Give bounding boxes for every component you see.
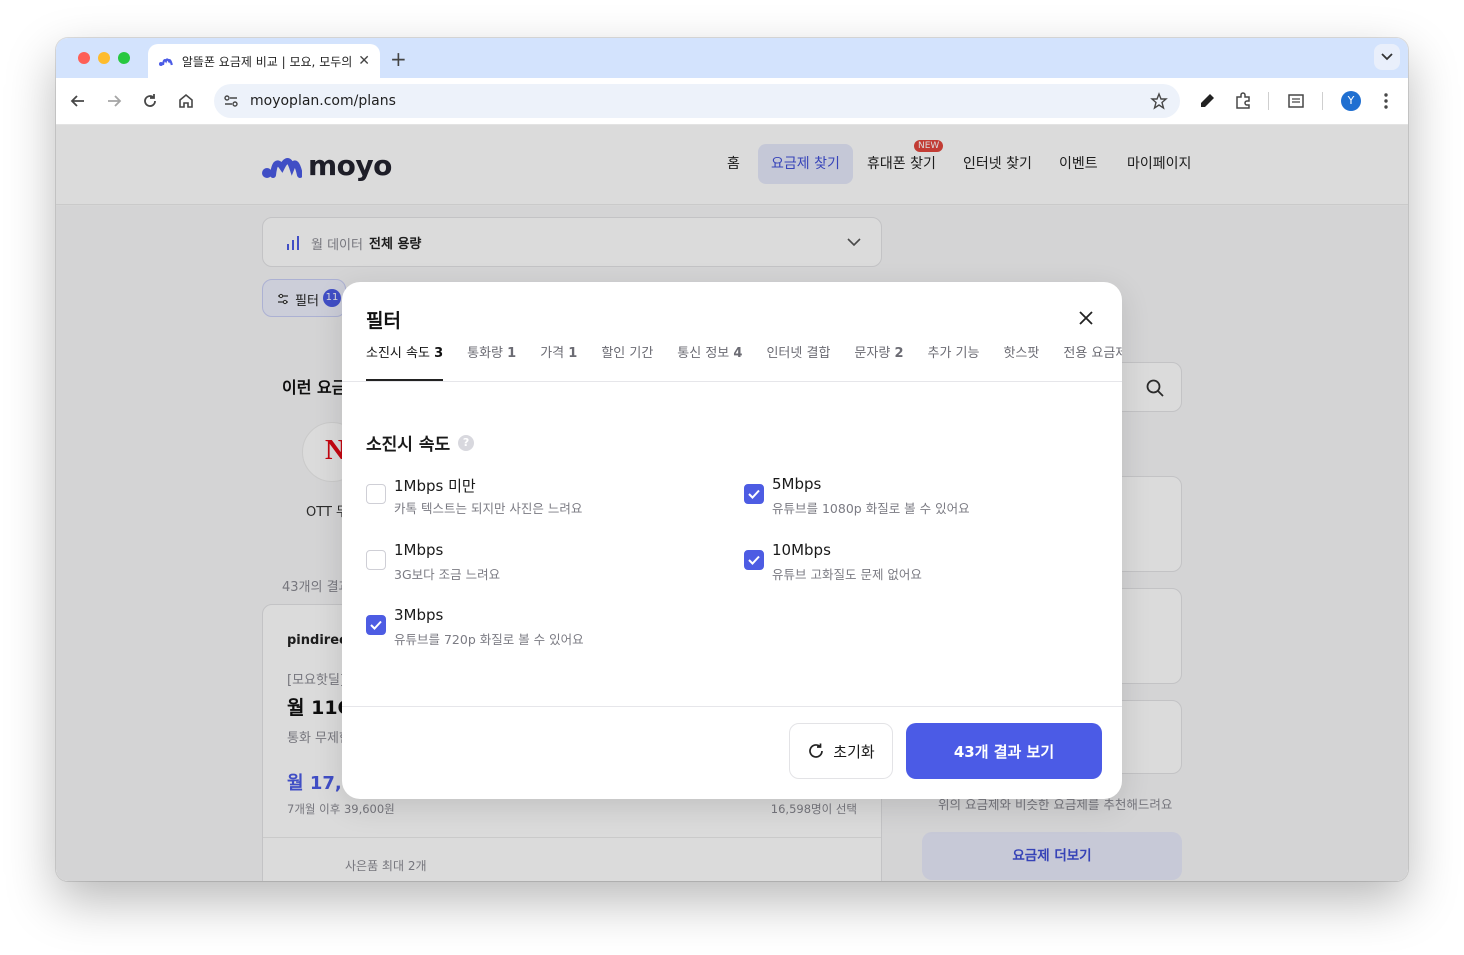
- toolbar-divider: [1322, 92, 1323, 110]
- browser-window: 알뜰폰 요금제 비교 | 모요, 모두의요금제 ✕ + moyoplan.com…: [56, 38, 1408, 881]
- option-label: 5Mbps: [772, 475, 822, 493]
- tab-hotspot[interactable]: 핫스팟: [1003, 343, 1039, 381]
- option-1mbps[interactable]: 1Mbps 3G보다 조금 느려요: [366, 541, 686, 588]
- option-description: 유튜브를 1080p 화질로 볼 수 있어요: [772, 501, 970, 516]
- filter-tabs: 소진시 속도 3 통화량 1 가격 1 할인 기간 통신 정보 4 인터넷 결합…: [366, 343, 1122, 381]
- tab-label: 인터넷 결합: [766, 346, 831, 361]
- checkbox-checked[interactable]: [744, 484, 764, 504]
- show-results-button[interactable]: 43개 결과 보기: [906, 723, 1102, 779]
- address-bar[interactable]: moyoplan.com/plans: [214, 84, 1180, 118]
- zoom-window-button[interactable]: [118, 52, 130, 64]
- modal-title: 필터: [366, 310, 401, 332]
- tab-network-info[interactable]: 통신 정보 4: [677, 343, 742, 381]
- tab-label: 통화량: [467, 346, 504, 361]
- option-3mbps[interactable]: 3Mbps 유튜브를 720p 화질로 볼 수 있어요: [366, 606, 686, 653]
- tab-count: 3: [434, 346, 444, 361]
- chevron-down-icon: [1381, 53, 1393, 61]
- tab-count: 2: [894, 346, 904, 361]
- home-icon[interactable]: [176, 91, 196, 111]
- reload-icon[interactable]: [140, 91, 160, 111]
- reading-list-icon[interactable]: [1286, 91, 1306, 111]
- tab-count: 1: [507, 346, 517, 361]
- reset-label: 초기화: [833, 742, 875, 761]
- profile-avatar[interactable]: Y: [1341, 91, 1361, 111]
- tab-label: 전용 요금제: [1063, 346, 1122, 361]
- extensions-puzzle-icon[interactable]: [1233, 91, 1253, 111]
- tab-label: 소진시 속도: [366, 346, 430, 361]
- option-description: 유튜브를 720p 화질로 볼 수 있어요: [394, 632, 584, 647]
- option-label: 1Mbps 미만: [394, 477, 476, 495]
- tabs-divider: [342, 381, 1122, 382]
- tab-label: 핫스팟: [1003, 346, 1040, 361]
- filter-modal: 필터 소진시 속도 3 통화량 1 가격 1 할인 기간 통신 정보 4 인터넷…: [342, 282, 1122, 799]
- option-description: 유튜브 고화질도 문제 없어요: [772, 567, 922, 582]
- bookmark-star-icon[interactable]: [1150, 92, 1168, 110]
- more-menu-icon[interactable]: [1376, 91, 1396, 111]
- footer-divider: [342, 706, 1122, 707]
- tab-speed-after-exhaustion[interactable]: 소진시 속도 3: [366, 343, 444, 381]
- option-label: 1Mbps: [394, 541, 444, 559]
- site-settings-icon[interactable]: [222, 92, 240, 110]
- section-title: 소진시 속도 ?: [366, 430, 475, 455]
- tab-count: 4: [733, 346, 743, 361]
- option-5mbps[interactable]: 5Mbps 유튜브를 1080p 화질로 볼 수 있어요: [744, 475, 1064, 522]
- option-under-1mbps[interactable]: 1Mbps 미만 카톡 텍스트는 되지만 사진은 느려요: [366, 477, 686, 522]
- checkbox-checked[interactable]: [366, 615, 386, 635]
- checkmark-icon: [748, 489, 760, 499]
- tab-call-volume[interactable]: 통화량 1: [467, 343, 516, 381]
- tab-label: 통신 정보: [677, 346, 730, 361]
- tab-strip: 알뜰폰 요금제 비교 | 모요, 모두의요금제 ✕ +: [56, 38, 1408, 78]
- refresh-icon: [809, 743, 824, 758]
- browser-toolbar: moyoplan.com/plans Y: [56, 78, 1408, 125]
- tab-label: 추가 기능: [927, 346, 980, 361]
- checkmark-icon: [748, 555, 760, 565]
- option-label: 3Mbps: [394, 606, 444, 624]
- tab-extra-features[interactable]: 추가 기능: [927, 343, 979, 381]
- checkbox-checked[interactable]: [744, 550, 764, 570]
- web-page: moyo 홈 요금제 찾기 휴대폰 찾기 NEW 인터넷 찾기 이벤트 마이페이…: [56, 125, 1408, 881]
- forward-arrow-icon[interactable]: [104, 91, 124, 111]
- tab-title: 알뜰폰 요금제 비교 | 모요, 모두의요금제: [181, 54, 353, 69]
- checkbox-unchecked[interactable]: [366, 550, 386, 570]
- option-label: 10Mbps: [772, 541, 831, 559]
- moyo-favicon-icon: [158, 58, 173, 66]
- tab-exclusive-plans[interactable]: 전용 요금제: [1063, 343, 1122, 381]
- toolbar-divider: [1268, 92, 1269, 110]
- close-icon[interactable]: [1074, 306, 1098, 330]
- back-arrow-icon[interactable]: [68, 91, 88, 111]
- section-title-text: 소진시 속도: [366, 435, 451, 455]
- checkbox-unchecked[interactable]: [366, 484, 386, 504]
- tab-count: 1: [568, 346, 578, 361]
- option-description: 카톡 텍스트는 되지만 사진은 느려요: [394, 501, 583, 516]
- checkmark-icon: [370, 620, 382, 630]
- tab-label: 가격: [540, 346, 565, 361]
- close-window-button[interactable]: [78, 52, 90, 64]
- tab-close-icon[interactable]: ✕: [358, 53, 370, 69]
- browser-tab[interactable]: 알뜰폰 요금제 비교 | 모요, 모두의요금제 ✕: [148, 44, 380, 78]
- url-text: moyoplan.com/plans: [250, 93, 396, 109]
- tab-sms-volume[interactable]: 문자량 2: [854, 343, 903, 381]
- reset-button[interactable]: 초기화: [789, 723, 893, 779]
- option-description: 3G보다 조금 느려요: [394, 567, 501, 582]
- tab-price[interactable]: 가격 1: [540, 343, 577, 381]
- minimize-window-button[interactable]: [98, 52, 110, 64]
- option-10mbps[interactable]: 10Mbps 유튜브 고화질도 문제 없어요: [744, 541, 1064, 588]
- tab-label: 할인 기간: [601, 346, 654, 361]
- help-icon[interactable]: ?: [458, 434, 475, 451]
- eyedropper-icon[interactable]: [1197, 91, 1217, 111]
- tab-search-button[interactable]: [1374, 44, 1400, 70]
- tab-discount-period[interactable]: 할인 기간: [601, 343, 653, 381]
- tab-label: 문자량: [854, 346, 891, 361]
- tab-internet-bundle[interactable]: 인터넷 결합: [766, 343, 830, 381]
- new-tab-button[interactable]: +: [390, 47, 407, 71]
